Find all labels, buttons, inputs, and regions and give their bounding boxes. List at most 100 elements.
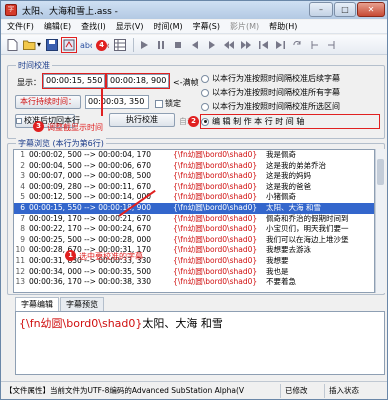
radio-dot[interactable] — [201, 88, 209, 97]
row-tag: {\fn幼圆\bord0\shad0} — [173, 160, 258, 170]
subtitle-editor[interactable]: {\fn幼圆\bord0\shad0}太阳、大海 和雪 — [15, 311, 385, 375]
subtitle-row[interactable]: 3 00:00:07, 000 --> 00:00:08, 500 {\fn幼圆\b… — [14, 171, 374, 182]
time-adjust-icon[interactable] — [61, 36, 77, 53]
subtitle-row[interactable]: 9 00:00:25, 500 --> 00:00:28, 000 {\fn幼圆\b… — [14, 235, 374, 246]
status-file-info: 【文件属性】当前文件为UTF-8编码的Advanced SubStation A… — [1, 383, 281, 398]
row-time: 00:00:34, 000 --> 00:00:35, 500 — [29, 266, 151, 276]
radio-calibrate-selected[interactable]: 以本行为准按照时间隔校准所选区间 — [201, 101, 340, 112]
subtitle-row[interactable]: 12 00:00:34, 000 --> 00:00:35, 500 {\fn幼圆\… — [14, 267, 374, 278]
tab-subtitle-edit[interactable]: 字幕编辑 — [15, 297, 59, 311]
skip-start-icon[interactable] — [256, 38, 270, 52]
row-number: 4 — [20, 181, 25, 191]
scrollbar-thumb[interactable] — [377, 159, 384, 185]
mark-out-icon[interactable] — [324, 38, 338, 52]
menu-subtitle[interactable]: 字幕(S) — [193, 21, 220, 32]
row-number: 8 — [20, 224, 25, 234]
subtitle-row[interactable]: 13 00:00:36, 170 --> 00:00:38, 330 {\fn幼圆\… — [14, 277, 374, 288]
row-number: 5 — [20, 192, 25, 202]
subtitle-row[interactable]: 4 00:00:09, 280 --> 00:00:11, 670 {\fn幼圆\b… — [14, 182, 374, 193]
new-file-icon[interactable] — [5, 38, 19, 52]
sync-frame-label: <-满帧 — [173, 78, 199, 87]
status-bar: 【文件属性】当前文件为UTF-8编码的Advanced SubStation A… — [1, 381, 387, 399]
svg-text:abc: abc — [80, 41, 92, 50]
save-icon[interactable] — [45, 38, 59, 52]
row-text: 我们可以在海边上堆沙堡 — [266, 234, 349, 244]
subtitle-row[interactable]: 8 00:00:22, 170 --> 00:00:24, 670 {\fn幼圆\b… — [14, 224, 374, 235]
editor-text: 太阳、大海 和雪 — [142, 317, 223, 330]
title-bar: 字 太阳、大海和雪上.ass - – □ ✕ — [1, 1, 387, 19]
lock-label: 锁定 — [165, 99, 181, 108]
subtitle-row-selected[interactable]: 6 00:00:15, 550 --> 00:00:18, 900 {\fn幼圆\b… — [14, 202, 374, 214]
table-icon[interactable] — [113, 38, 127, 52]
pause-icon[interactable] — [154, 38, 168, 52]
play-icon[interactable] — [137, 38, 151, 52]
stop-icon[interactable] — [171, 38, 185, 52]
row-tag: {\fn幼圆\bord0\shad0} — [173, 277, 258, 287]
radio-calibrate-all[interactable]: 以本行为准按照时间隔校准所有字幕 — [201, 87, 340, 98]
open-folder-icon[interactable] — [22, 38, 36, 52]
row-tag: {\fn幼圆\bord0\shad0} — [173, 224, 258, 234]
row-tag: {\fn幼圆\bord0\shad0} — [173, 150, 258, 159]
radio-calibrate-following[interactable]: 以本行为准按照时间隔校准后续字幕 — [201, 73, 340, 84]
prev-frame-icon[interactable] — [188, 38, 202, 52]
radio-calibrate-selected-label: 以本行为准按照时间隔校准所选区间 — [212, 102, 340, 111]
lock-checkbox[interactable]: 锁定 — [155, 98, 181, 109]
menu-movie[interactable]: 影片(M) — [230, 21, 259, 32]
duration-input[interactable]: 00:00:03, 350 — [85, 95, 149, 109]
subtitle-row[interactable]: 2 00:00:04, 500 --> 00:00:06, 670 {\fn幼圆\b… — [14, 161, 374, 172]
subtitle-list-scrollbar[interactable] — [375, 149, 385, 293]
radio-calibrate-all-label: 以本行为准按照时间隔校准所有字幕 — [212, 88, 340, 97]
subtitle-list[interactable]: 1 00:00:02, 500 --> 00:00:04, 170 {\fn幼圆\b… — [13, 149, 375, 293]
lock-checkbox-box[interactable] — [155, 99, 163, 108]
skip-end-icon[interactable] — [273, 38, 287, 52]
row-tag: {\fn幼圆\bord0\shad0} — [173, 181, 258, 191]
radio-dot[interactable] — [201, 102, 209, 111]
row-text: 这是我的弟弟乔治 — [266, 160, 326, 170]
start-time-input[interactable]: 00:00:15, 550 — [42, 73, 106, 89]
open-dropdown-icon[interactable]: ▾ — [36, 38, 42, 52]
replace-icon[interactable]: abc — [79, 38, 93, 52]
row-tag: {\fn幼圆\bord0\shad0} — [173, 192, 258, 202]
tab-subtitle-preview[interactable]: 字幕预览 — [60, 297, 104, 311]
mark-in-icon[interactable] — [307, 38, 321, 52]
timing-group-label: 时间校准 — [16, 60, 52, 71]
menu-view[interactable]: 显示(V) — [116, 21, 144, 32]
apply-calibration-button[interactable]: 执行校准 — [109, 113, 175, 127]
subtitle-row[interactable]: 1 00:00:02, 500 --> 00:00:04, 170 {\fn幼圆\b… — [14, 150, 374, 161]
annotation-3-arrow — [101, 88, 103, 116]
menu-file[interactable]: 文件(F) — [7, 21, 34, 32]
minimize-button[interactable]: – — [309, 2, 333, 17]
menu-edit[interactable]: 编辑(E) — [44, 21, 71, 32]
window-title: 太阳、大海和雪上.ass - — [22, 6, 118, 17]
row-time: 00:00:04, 500 --> 00:00:06, 670 — [29, 160, 151, 170]
menu-time[interactable]: 时间(M) — [153, 21, 182, 32]
radio-dot[interactable] — [201, 74, 209, 83]
forward-icon[interactable] — [239, 38, 253, 52]
row-text: 这是我的妈妈 — [266, 171, 311, 181]
menu-find[interactable]: 查找(I) — [81, 21, 106, 32]
row-number: 9 — [20, 234, 25, 244]
rewind-icon[interactable] — [222, 38, 236, 52]
next-frame-icon[interactable] — [205, 38, 219, 52]
end-time-input[interactable]: 00:00:18, 900 — [106, 73, 170, 89]
duration-button[interactable]: 本行持续时间： — [15, 95, 81, 109]
row-text: 不要着急 — [266, 277, 296, 287]
row-number: 11 — [15, 255, 25, 265]
row-time: 00:00:19, 170 --> 00:00:21, 670 — [29, 213, 151, 223]
row-tag: {\fn幼圆\bord0\shad0} — [173, 234, 258, 244]
row-text: 我想要去游泳 — [266, 245, 311, 255]
step-2-marker: 2 — [188, 116, 199, 127]
row-number: 7 — [20, 213, 25, 223]
row-number: 10 — [15, 245, 25, 255]
radio-edit-timeline[interactable]: 编 辑 制 作 本 行 时 间 轴 — [200, 114, 380, 129]
subtitle-row[interactable]: 5 00:00:12, 500 --> 00:00:14, 000 {\fn幼圆\b… — [14, 192, 374, 203]
maximize-button[interactable]: □ — [334, 2, 356, 17]
row-number: 3 — [20, 171, 25, 181]
close-button[interactable]: ✕ — [357, 2, 385, 17]
radio-dot-selected[interactable] — [201, 117, 209, 126]
back-checkbox-box[interactable] — [16, 117, 22, 124]
subtitle-row[interactable]: 7 00:00:19, 170 --> 00:00:21, 670 {\fn幼圆\b… — [14, 214, 374, 225]
menu-help[interactable]: 帮助(H) — [269, 21, 297, 32]
status-modified: 已修改 — [281, 383, 325, 398]
loop-icon[interactable] — [290, 38, 304, 52]
